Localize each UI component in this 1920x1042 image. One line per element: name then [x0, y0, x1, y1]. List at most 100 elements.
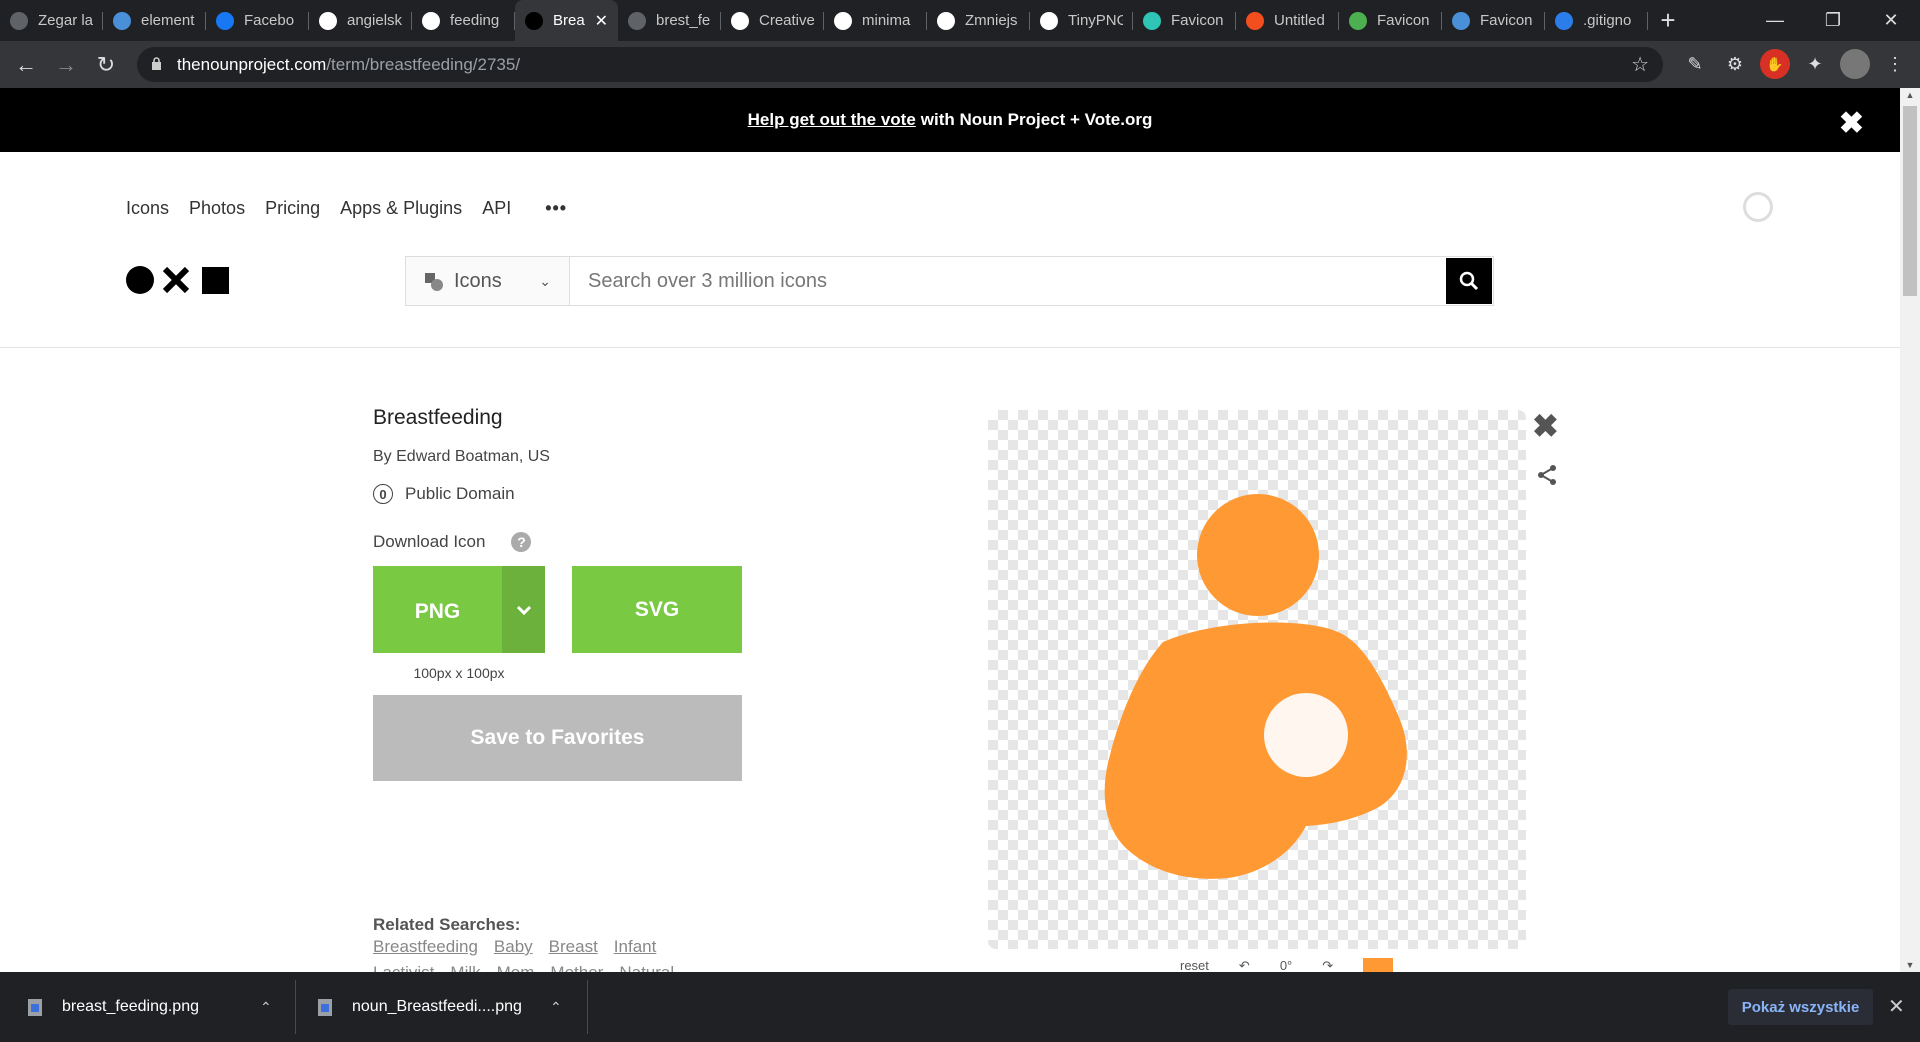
breastfeeding-icon: [1104, 494, 1407, 879]
browser-tab[interactable]: feeding: [412, 0, 515, 41]
related-tag[interactable]: Baby: [494, 937, 533, 957]
icons-category-icon: [424, 272, 443, 291]
forward-icon[interactable]: →: [46, 45, 86, 85]
download-filename-2: noun_Breastfeedi....png: [352, 998, 522, 1015]
browser-tab[interactable]: Favicon: [1133, 0, 1236, 41]
chevron-up-icon[interactable]: ⌃: [550, 999, 562, 1016]
divider: [295, 980, 296, 1034]
scroll-up-arrow-icon[interactable]: ▲: [1900, 90, 1920, 100]
browser-tab[interactable]: Zmniejs: [927, 0, 1030, 41]
related-tag[interactable]: Infant: [614, 937, 657, 957]
restore-button[interactable]: ❐: [1804, 0, 1862, 41]
pen-extension-icon[interactable]: ✎: [1680, 49, 1710, 79]
download-filename-1: breast_feeding.png: [62, 998, 199, 1015]
close-downloads-icon[interactable]: ✕: [1888, 994, 1905, 1019]
lock-icon: [151, 56, 165, 73]
banner-link[interactable]: Help get out the vote: [748, 110, 916, 130]
nav-icons[interactable]: Icons: [126, 198, 169, 219]
gear-extension-icon[interactable]: ⚙: [1720, 49, 1750, 79]
tinypng-icon: [1040, 11, 1058, 30]
help-icon[interactable]: ?: [511, 532, 532, 552]
page-scrollbar[interactable]: ▲ ▼: [1900, 88, 1920, 972]
search-icon: [1459, 271, 1479, 291]
nav-apps-plugins[interactable]: Apps & Plugins: [340, 198, 462, 219]
globe-icon: [628, 11, 646, 30]
icon-author[interactable]: By Edward Boatman, US: [373, 448, 742, 466]
related-tag[interactable]: Breast: [549, 937, 598, 957]
close-window-button[interactable]: ✕: [1862, 0, 1920, 41]
tab-label: TinyPNG: [1068, 12, 1123, 29]
download-buttons: PNG 100px x 100px SVG: [373, 566, 742, 681]
related-tag[interactable]: Breastfeeding: [373, 937, 478, 957]
save-to-favorites-button[interactable]: Save to Favorites: [373, 695, 742, 781]
browser-tab[interactable]: Untitled: [1236, 0, 1339, 41]
chevron-up-icon[interactable]: ⌃: [260, 999, 272, 1016]
site-header: Icons Photos Pricing Apps & Plugins API …: [0, 152, 1900, 348]
vote-banner: Help get out the vote with Noun Project …: [0, 88, 1900, 152]
tab-label: Creative: [759, 12, 814, 29]
share-icon[interactable]: [1535, 463, 1559, 492]
back-icon[interactable]: ←: [6, 45, 46, 85]
browser-tab[interactable]: Favicon: [1442, 0, 1545, 41]
browser-tab[interactable]: minima: [824, 0, 927, 41]
png-button-label[interactable]: PNG: [373, 566, 502, 653]
browser-tab[interactable]: Facebo: [206, 0, 309, 41]
nav-more-icon[interactable]: •••: [545, 198, 567, 219]
tab-label: brest_fe: [656, 12, 711, 29]
browser-tab[interactable]: angielsk: [309, 0, 412, 41]
browser-tab[interactable]: Creative: [721, 0, 824, 41]
color-swatch[interactable]: [1363, 958, 1394, 972]
menu-kebab-icon[interactable]: ⋮: [1880, 49, 1910, 79]
scrollbar-thumb[interactable]: [1903, 106, 1917, 296]
tab-label: Zmniejs: [965, 12, 1018, 29]
browser-tab[interactable]: Favicon: [1339, 0, 1442, 41]
nav-api[interactable]: API: [482, 198, 511, 219]
minimize-button[interactable]: —: [1746, 0, 1804, 41]
window-controls: — ❐ ✕: [1746, 0, 1920, 41]
noun-project-icon: [1452, 11, 1470, 30]
browser-tab[interactable]: element: [103, 0, 206, 41]
globe-icon: [10, 11, 28, 30]
reload-icon[interactable]: ↻: [86, 45, 126, 85]
image-file-icon: [28, 998, 42, 1016]
svg-download-button[interactable]: SVG: [572, 566, 742, 653]
browser-tab[interactable]: TinyPNG: [1030, 0, 1133, 41]
download-item-2[interactable]: noun_Breastfeedi....png ⌃: [318, 972, 568, 1042]
nav-pricing[interactable]: Pricing: [265, 198, 320, 219]
address-bar[interactable]: thenounproject.com /term/breastfeeding/2…: [137, 47, 1663, 82]
close-preview-icon[interactable]: ✖: [1532, 407, 1559, 445]
url-host: thenounproject.com: [177, 54, 327, 74]
public-domain-icon: 0: [373, 484, 393, 504]
logo-circle: [126, 266, 154, 294]
browser-tab[interactable]: Zegar la: [0, 0, 103, 41]
search-input[interactable]: [570, 257, 1445, 305]
bookmark-star-icon[interactable]: ☆: [1631, 52, 1649, 77]
search-bar: Icons ⌄: [405, 256, 1494, 306]
browser-tab[interactable]: .gitigno: [1545, 0, 1648, 41]
top-nav: Icons Photos Pricing Apps & Plugins API …: [126, 198, 567, 219]
profile-avatar[interactable]: [1840, 49, 1870, 79]
adblock-icon[interactable]: ✋: [1760, 49, 1790, 79]
png-options-chevron-icon[interactable]: [502, 566, 545, 653]
download-item-1[interactable]: breast_feeding.png ⌃: [28, 972, 278, 1042]
download-heading: Download Icon ?: [373, 532, 742, 552]
browser-tab[interactable]: Brea ✕: [515, 0, 618, 41]
new-tab-button[interactable]: +: [1648, 0, 1688, 41]
google-icon: [834, 11, 852, 30]
user-avatar[interactable]: [1743, 192, 1773, 222]
divider: [587, 980, 588, 1034]
browser-tab[interactable]: brest_fe: [618, 0, 721, 41]
search-button[interactable]: [1446, 258, 1492, 304]
chevron-down-icon: ⌄: [539, 272, 551, 289]
scroll-down-arrow-icon[interactable]: ▼: [1900, 960, 1920, 970]
search-category-dropdown[interactable]: Icons ⌄: [406, 257, 570, 305]
show-all-downloads-button[interactable]: Pokaż wszystkie: [1728, 989, 1873, 1025]
nav-photos[interactable]: Photos: [189, 198, 245, 219]
banner-close-icon[interactable]: ✖: [1839, 106, 1864, 141]
close-tab-icon[interactable]: ✕: [595, 11, 608, 31]
browser-tab-bar: Zegar la element Facebo angielsk feeding Brea…: [0, 0, 1920, 41]
noun-project-logo[interactable]: [126, 266, 229, 294]
puzzle-extensions-icon[interactable]: ✦: [1800, 49, 1830, 79]
png-download-button[interactable]: PNG: [373, 566, 545, 653]
gitignore-icon: [1555, 11, 1573, 30]
